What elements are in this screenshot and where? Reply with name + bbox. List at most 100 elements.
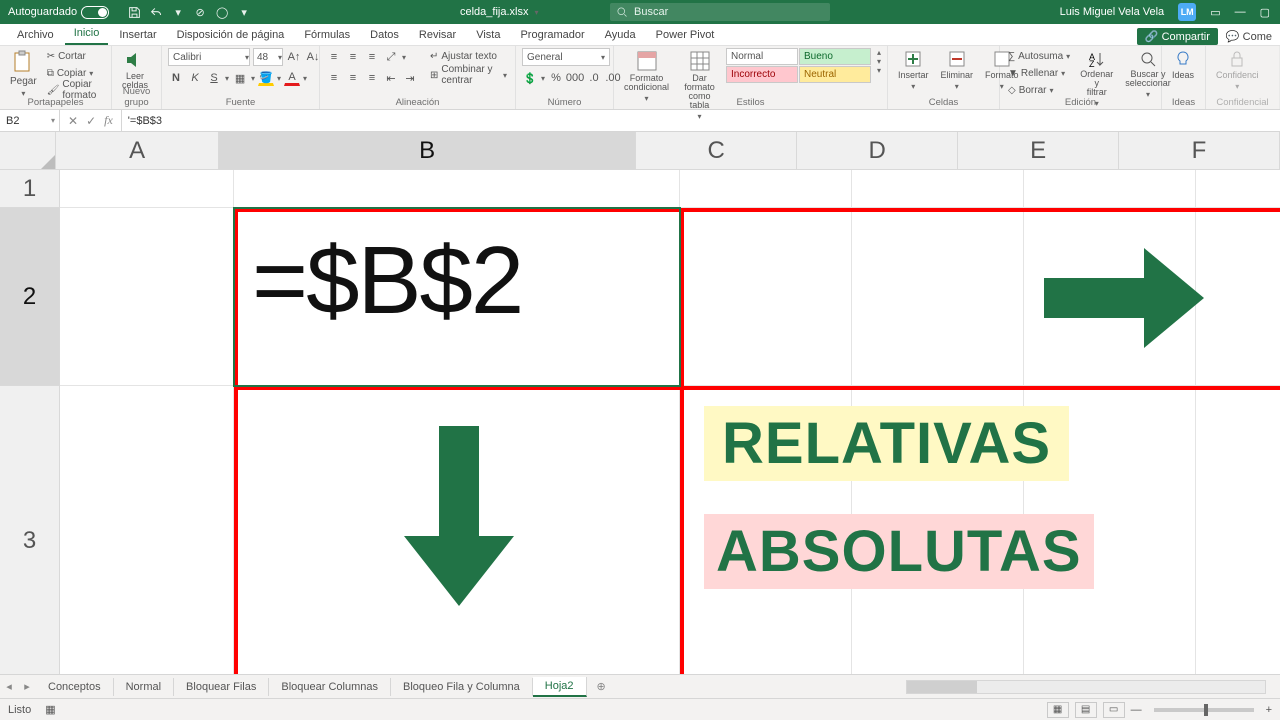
col-header-A[interactable]: A (56, 132, 219, 170)
minimize-icon[interactable]: — (1235, 6, 1246, 18)
underline-button[interactable]: S (206, 70, 222, 86)
view-normal-button[interactable]: ▦ (1047, 702, 1069, 718)
orientation-button[interactable]: ⤢ (383, 49, 399, 65)
tab-inicio[interactable]: Inicio (65, 23, 109, 45)
view-pagelayout-button[interactable]: ▤ (1075, 702, 1097, 718)
tab-insertar[interactable]: Insertar (110, 25, 165, 45)
style-bueno[interactable]: Bueno (799, 48, 871, 65)
borders-button[interactable]: ▦ (232, 70, 248, 86)
zoom-out-button[interactable]: — (1131, 704, 1142, 716)
comma-button[interactable]: 000 (567, 70, 583, 86)
qa-dropdown-icon[interactable]: ▾ (171, 5, 185, 19)
style-neutral[interactable]: Neutral (799, 66, 871, 83)
wrap-text-button[interactable]: ↵Ajustar texto (428, 48, 509, 64)
align-middle-button[interactable]: ≡ (345, 49, 361, 65)
cut-button[interactable]: ✂Cortar (45, 48, 105, 64)
delete-cells-button[interactable]: Eliminar▾ (937, 48, 978, 93)
row-header-2[interactable]: 2 (0, 208, 60, 386)
ideas-button[interactable]: Ideas (1168, 48, 1198, 82)
row-header-3[interactable]: 3 (0, 386, 60, 696)
cell-A3[interactable] (60, 386, 234, 696)
cell-C2[interactable] (680, 208, 852, 386)
tab-revisar[interactable]: Revisar (410, 25, 465, 45)
row-header-1[interactable]: 1 (0, 170, 60, 208)
number-format-dropdown[interactable]: General▾ (522, 48, 610, 66)
decrease-font-button[interactable]: A↓ (305, 49, 321, 65)
styles-more-icon[interactable]: ▾ (877, 66, 881, 75)
restore-icon[interactable]: ▢ (1260, 6, 1270, 19)
qa-customize-icon[interactable]: ▾ (237, 5, 251, 19)
increase-decimal-button[interactable]: .0 (586, 70, 602, 86)
insert-cells-button[interactable]: Insertar▾ (894, 48, 933, 93)
style-normal[interactable]: Normal (726, 48, 798, 65)
cancel-formula-icon[interactable]: ✕ (68, 114, 78, 128)
cell-styles-gallery[interactable]: Normal Bueno Incorrecto Neutral (726, 48, 871, 83)
cell-A2[interactable] (60, 208, 234, 386)
align-bottom-button[interactable]: ≡ (364, 49, 380, 65)
indent-button[interactable]: ⇥ (402, 70, 418, 86)
save-icon[interactable] (127, 5, 141, 19)
qa-more2-icon[interactable]: ◯ (215, 5, 229, 19)
align-right-button[interactable]: ≡ (364, 70, 380, 86)
filename-dropdown-icon[interactable]: ▾ (534, 8, 538, 17)
zoom-slider[interactable] (1154, 708, 1254, 712)
share-button[interactable]: 🔗 Compartir (1137, 28, 1218, 45)
sheet-tab-bloquear-columnas[interactable]: Bloquear Columnas (269, 678, 391, 696)
tab-archivo[interactable]: Archivo (8, 25, 63, 45)
col-header-D[interactable]: D (797, 132, 958, 170)
styles-scroll-down-icon[interactable]: ▾ (877, 57, 881, 66)
ribbon-mode-icon[interactable]: ▭ (1210, 6, 1220, 19)
col-header-C[interactable]: C (636, 132, 797, 170)
select-all-corner[interactable] (0, 132, 56, 170)
clear-button[interactable]: ◇Borrar ▾ (1006, 82, 1072, 98)
accounting-button[interactable]: 💲 (522, 70, 538, 86)
col-header-B[interactable]: B (219, 132, 636, 170)
tab-powerpivot[interactable]: Power Pivot (647, 25, 724, 45)
horizontal-scrollbar[interactable] (906, 680, 1266, 694)
tab-vista[interactable]: Vista (467, 25, 509, 45)
format-as-table-button[interactable]: Dar formato como tabla▾ (677, 48, 722, 123)
cell-F3[interactable] (1196, 386, 1280, 696)
italic-button[interactable]: K (187, 70, 203, 86)
align-left-button[interactable]: ≡ (326, 70, 342, 86)
sheet-tab-bloqueo-fila-y-columna[interactable]: Bloqueo Fila y Columna (391, 678, 533, 696)
cell-F1[interactable] (1196, 170, 1280, 208)
avatar[interactable]: LM (1178, 3, 1196, 21)
fill-button[interactable]: ▼Rellenar ▾ (1006, 65, 1072, 81)
col-header-E[interactable]: E (958, 132, 1119, 170)
tab-formulas[interactable]: Fórmulas (295, 25, 359, 45)
confidentiality-button[interactable]: Confidenci▾ (1212, 48, 1263, 93)
style-incorrecto[interactable]: Incorrecto (726, 66, 798, 83)
view-pagebreak-button[interactable]: ▭ (1103, 702, 1125, 718)
accept-formula-icon[interactable]: ✓ (86, 114, 96, 128)
tab-ayuda[interactable]: Ayuda (596, 25, 645, 45)
qa-more-icon[interactable]: ⊘ (193, 5, 207, 19)
add-sheet-button[interactable]: ⊕ (587, 680, 616, 693)
cell-D2[interactable] (852, 208, 1024, 386)
autosave-toggle[interactable] (81, 6, 109, 19)
font-name-dropdown[interactable]: Calibri▾ (168, 48, 250, 66)
sheet-tab-normal[interactable]: Normal (114, 678, 174, 696)
bold-button[interactable]: N (168, 70, 184, 86)
cell-B2[interactable] (234, 208, 680, 386)
increase-font-button[interactable]: A↑ (286, 49, 302, 65)
autosum-button[interactable]: ∑Autosuma ▾ (1006, 48, 1072, 64)
align-center-button[interactable]: ≡ (345, 70, 361, 86)
macro-record-icon[interactable]: ▦ (45, 703, 55, 716)
outdent-button[interactable]: ⇤ (383, 70, 399, 86)
fill-color-button[interactable]: 🪣 (258, 70, 274, 86)
cell-D1[interactable] (852, 170, 1024, 208)
zoom-in-button[interactable]: + (1266, 704, 1272, 716)
format-painter-button[interactable]: 🖌Copiar formato (45, 82, 105, 98)
font-color-button[interactable]: A (284, 70, 300, 86)
search-box[interactable]: Buscar (610, 3, 830, 21)
sheet-tab-bloquear-filas[interactable]: Bloquear Filas (174, 678, 269, 696)
comments-button[interactable]: 💬 Come (1226, 30, 1272, 43)
cell-C1[interactable] (680, 170, 852, 208)
sheet-nav-next[interactable]: ▸ (18, 680, 36, 693)
sheet-tab-conceptos[interactable]: Conceptos (36, 678, 114, 696)
merge-center-button[interactable]: ⊞Combinar y centrar ▾ (428, 67, 509, 83)
tab-diseno-pagina[interactable]: Disposición de página (168, 25, 294, 45)
styles-scroll-up-icon[interactable]: ▴ (877, 48, 881, 57)
cell-B1[interactable] (234, 170, 680, 208)
